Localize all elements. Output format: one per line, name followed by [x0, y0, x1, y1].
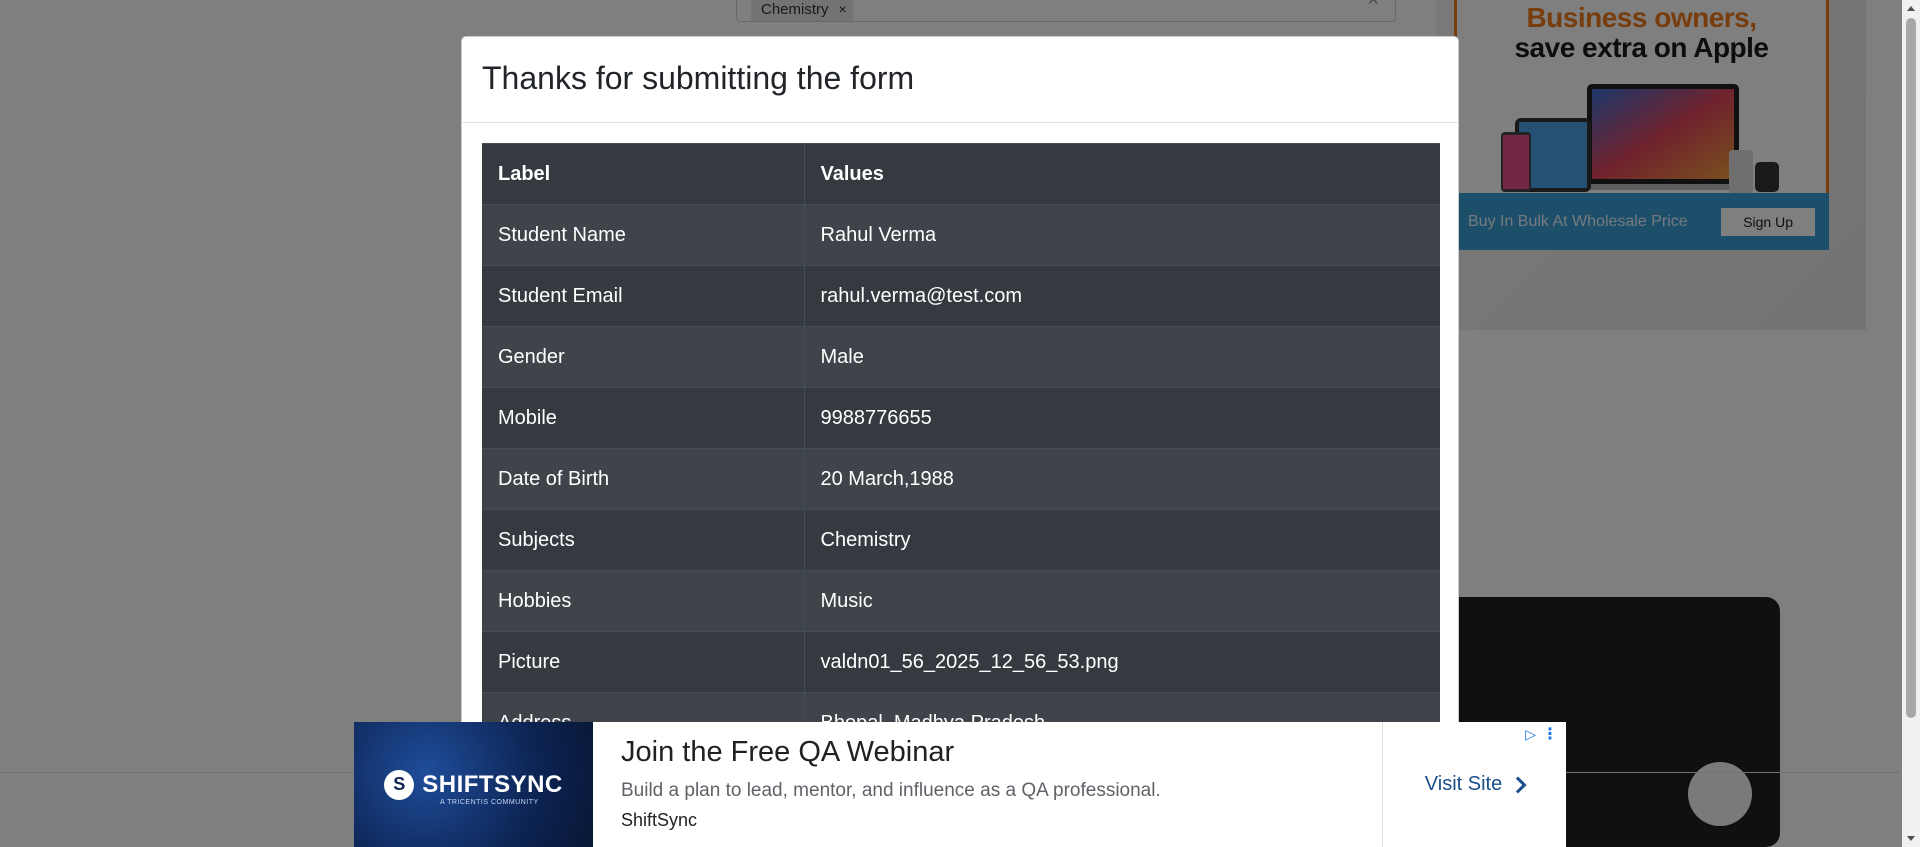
table-row: Hobbies Music [482, 570, 1440, 632]
scrollbar-thumb[interactable] [1906, 18, 1916, 718]
results-table: Label Values Student Name Rahul Verma St… [482, 143, 1440, 754]
shiftsync-wordmark: SHIFTSYNC [422, 770, 563, 798]
ad-brand: ShiftSync [621, 810, 698, 830]
row-value: 20 March,1988 [804, 448, 1440, 510]
row-label: Subjects [482, 509, 805, 571]
row-label: Picture [482, 631, 805, 693]
row-value: Music [804, 570, 1440, 632]
visit-site-button[interactable]: Visit Site ▷ ⋮ [1382, 722, 1566, 847]
page-scrollbar[interactable] [1902, 0, 1920, 847]
modal-body: Label Values Student Name Rahul Verma St… [462, 123, 1458, 755]
modal-header: Thanks for submitting the form [462, 37, 1458, 123]
table-header-values: Values [804, 143, 1440, 205]
submission-modal: Thanks for submitting the form Label Val… [461, 36, 1459, 756]
table-row: Picture valdn01_56_2025_12_56_53.png [482, 631, 1440, 693]
row-value: Male [804, 326, 1440, 388]
shiftsync-logo-panel: S SHIFTSYNC A TRICENTIS COMMUNITY [354, 722, 593, 847]
scroll-up-icon[interactable] [1907, 6, 1915, 11]
table-row: Date of Birth 20 March,1988 [482, 448, 1440, 510]
row-value: Rahul Verma [804, 204, 1440, 266]
modal-title: Thanks for submitting the form [482, 60, 915, 96]
chevron-right-icon [1509, 776, 1527, 793]
row-label: Student Name [482, 204, 805, 266]
row-label: Mobile [482, 387, 805, 449]
row-value: 9988776655 [804, 387, 1440, 449]
ad-text-block[interactable]: Join the Free QA Webinar Build a plan to… [593, 722, 1382, 847]
table-row: Subjects Chemistry [482, 509, 1440, 571]
table-row: Mobile 9988776655 [482, 387, 1440, 449]
ad-description: Build a plan to lead, mentor, and influe… [621, 780, 1161, 801]
table-header-label: Label [482, 143, 805, 205]
shiftsync-tagline: A TRICENTIS COMMUNITY [440, 799, 539, 806]
row-value: valdn01_56_2025_12_56_53.png [804, 631, 1440, 693]
shiftsync-logo-icon: S [384, 769, 415, 800]
row-label: Gender [482, 326, 805, 388]
table-row: Gender Male [482, 326, 1440, 388]
row-label: Student Email [482, 265, 805, 327]
ad-menu-icon[interactable]: ⋮ [1542, 724, 1558, 744]
bottom-advertisement[interactable]: S SHIFTSYNC A TRICENTIS COMMUNITY Join t… [354, 722, 1566, 847]
table-row: Student Email rahul.verma@test.com [482, 265, 1440, 327]
row-value: rahul.verma@test.com [804, 265, 1440, 327]
ad-headline[interactable]: Join the Free QA Webinar [621, 734, 1354, 770]
table-row: Student Name Rahul Verma [482, 204, 1440, 266]
adchoices-icon[interactable]: ▷ [1525, 726, 1536, 743]
row-value: Chemistry [804, 509, 1440, 571]
row-label: Date of Birth [482, 448, 805, 510]
scroll-down-icon[interactable] [1907, 836, 1915, 841]
row-label: Hobbies [482, 570, 805, 632]
visit-site-label: Visit Site [1424, 773, 1503, 795]
